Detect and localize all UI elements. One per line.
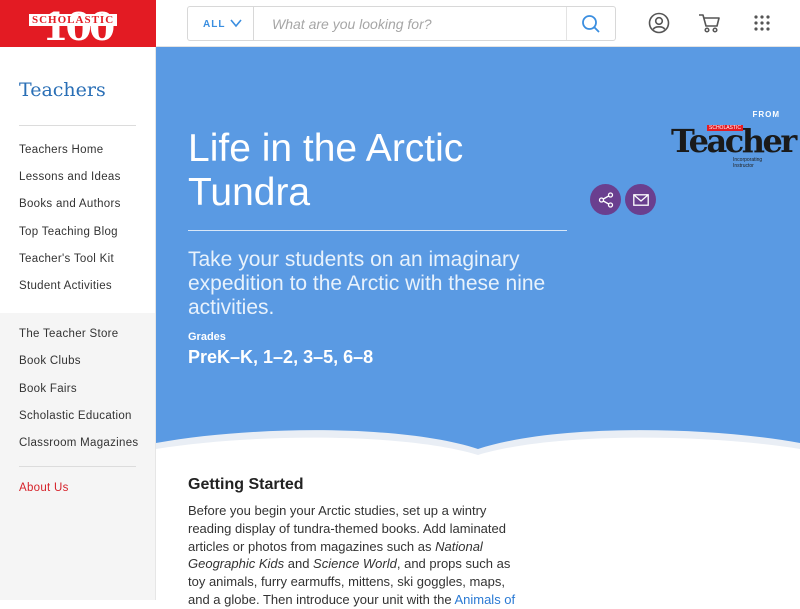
account-button[interactable] (647, 11, 671, 35)
apps-grid-icon (754, 15, 770, 31)
scholastic-100-logo[interactable]: 100 SCHOLASTIC (0, 0, 156, 47)
search-category-label: ALL (203, 19, 226, 30)
chevron-down-icon (230, 19, 242, 28)
page-title: Life in the Arctic Tundra (188, 127, 464, 214)
sidebar-item-classroom-magazines[interactable]: Classroom Magazines (19, 437, 138, 449)
from-label: FROM (752, 110, 780, 119)
search-icon (582, 14, 600, 33)
sidebar-divider (19, 125, 136, 126)
grades-value: PreK–K, 1–2, 3–5, 6–8 (188, 347, 374, 367)
sidebar-item-teaching-blog[interactable]: Top Teaching Blog (19, 226, 118, 238)
body-text: and (284, 556, 314, 572)
top-bar: 100 SCHOLASTIC ALL (0, 0, 800, 47)
search-category-dropdown[interactable]: ALL (188, 7, 254, 40)
account-icon (648, 12, 670, 34)
sidebar-item-about-us[interactable]: About Us (19, 482, 69, 494)
sidebar-item-student-activities[interactable]: Student Activities (19, 280, 112, 292)
sidebar-item-teachers-home[interactable]: Teachers Home (19, 144, 103, 156)
sidebar: Teachers Teachers Home Lessons and Ideas… (0, 47, 156, 600)
sidebar-item-teacher-store[interactable]: The Teacher Store (19, 328, 119, 340)
sidebar-item-tool-kit[interactable]: Teacher's Tool Kit (19, 253, 114, 265)
sidebar-item-books-authors[interactable]: Books and Authors (19, 198, 121, 210)
cart-button[interactable] (698, 11, 722, 35)
cart-icon (699, 14, 720, 33)
email-icon (632, 193, 649, 206)
sidebar-item-book-fairs[interactable]: Book Fairs (19, 383, 77, 395)
magazine-name: Science World (313, 556, 397, 572)
logo-wordmark: SCHOLASTIC (29, 14, 118, 26)
brand-subtitle: Incorporating Instructor (733, 157, 763, 169)
share-button[interactable] (590, 184, 621, 215)
teacher-magazine-logo[interactable]: Teacher SCHOLASTIC Incorporating Instruc… (671, 123, 797, 169)
share-icon (598, 191, 613, 208)
email-button[interactable] (625, 184, 656, 215)
sidebar-item-book-clubs[interactable]: Book Clubs (19, 355, 81, 367)
grades-label: Grades (188, 331, 226, 343)
apps-menu-button[interactable] (750, 11, 774, 35)
search-button[interactable] (566, 7, 615, 40)
animals-link[interactable]: Animals of (454, 592, 515, 607)
search-input[interactable] (256, 9, 566, 38)
sidebar-divider (19, 466, 136, 467)
section-body: Before you begin your Arctic studies, se… (188, 502, 518, 609)
section-heading: Getting Started (188, 476, 304, 493)
brand-tag: SCHOLASTIC (707, 125, 743, 131)
page-subtitle: Take your students on an imaginary exped… (188, 248, 546, 319)
sidebar-item-lessons[interactable]: Lessons and Ideas (19, 171, 121, 183)
sidebar-title[interactable]: Teachers (19, 79, 106, 101)
hero-divider (188, 230, 567, 231)
sidebar-item-scholastic-education[interactable]: Scholastic Education (19, 410, 132, 422)
hero-banner: FROM Teacher SCHOLASTIC Incorporating In… (156, 47, 800, 455)
search-bar: ALL (187, 6, 616, 41)
